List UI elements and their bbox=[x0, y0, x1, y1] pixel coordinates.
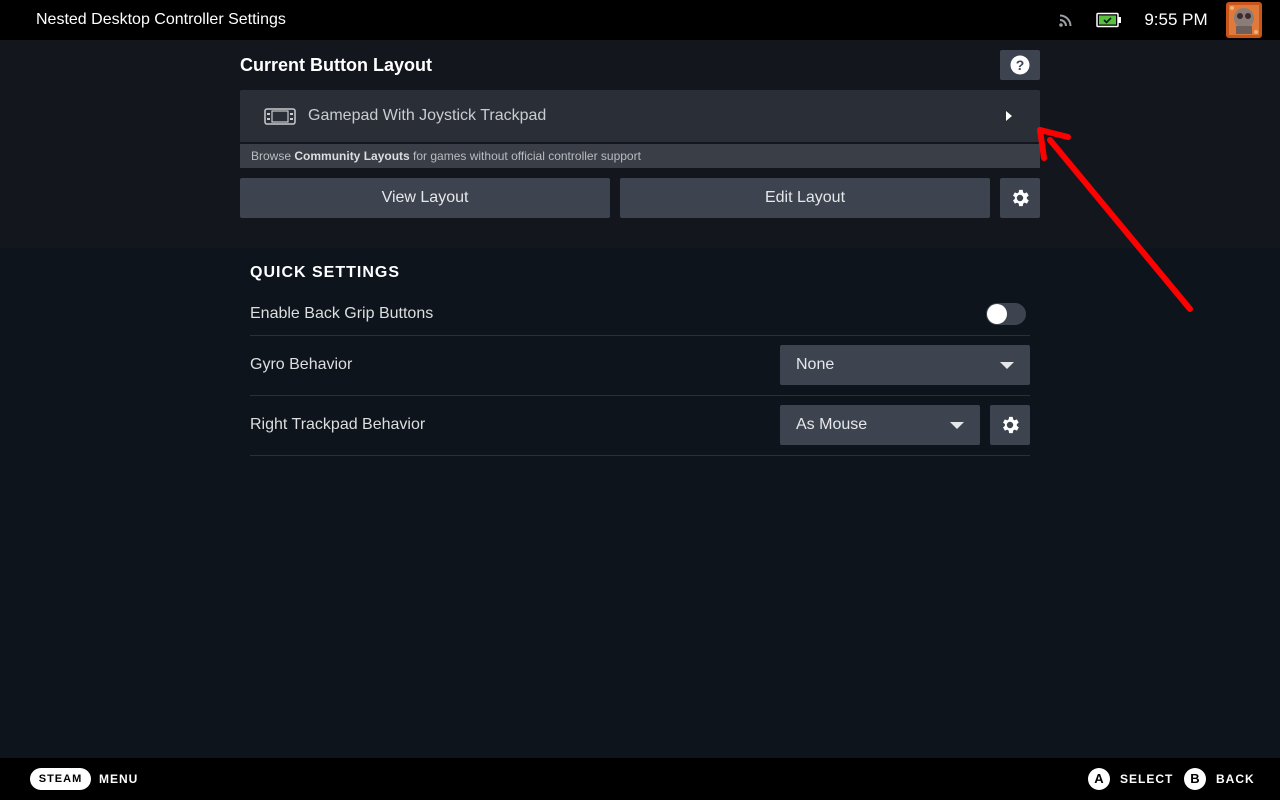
controller-icon bbox=[264, 108, 296, 125]
footer-bar: STEAM MENU A SELECT B BACK bbox=[0, 758, 1280, 800]
steam-button[interactable]: STEAM bbox=[30, 768, 91, 790]
menu-label: MENU bbox=[99, 772, 139, 786]
avatar[interactable] bbox=[1226, 2, 1262, 38]
right-trackpad-dropdown[interactable]: As Mouse bbox=[780, 405, 980, 445]
quick-settings-title: QUICK SETTINGS bbox=[250, 264, 401, 281]
trackpad-settings-button[interactable] bbox=[990, 405, 1030, 445]
clock: 9:55 PM bbox=[1144, 10, 1208, 29]
setting-row-gyro: Gyro Behavior None bbox=[250, 336, 1030, 396]
battery-icon bbox=[1096, 12, 1121, 28]
help-button[interactable]: ? bbox=[1000, 50, 1040, 80]
setting-label: Enable Back Grip Buttons bbox=[250, 305, 434, 322]
section-title: Current Button Layout bbox=[240, 55, 432, 75]
gear-icon bbox=[1013, 189, 1029, 207]
layout-settings-button[interactable] bbox=[1000, 178, 1040, 218]
back-grip-toggle[interactable] bbox=[986, 303, 1026, 325]
gyro-behavior-dropdown[interactable]: None bbox=[780, 345, 1030, 385]
browse-prefix: Browse bbox=[251, 149, 295, 163]
community-layouts-link[interactable]: Community Layouts bbox=[294, 149, 409, 163]
b-button-glyph[interactable]: B bbox=[1184, 768, 1206, 790]
top-bar: Nested Desktop Controller Settings 9:55 … bbox=[0, 0, 1280, 40]
chevron-down-icon bbox=[1000, 362, 1014, 369]
view-layout-button[interactable]: View Layout bbox=[240, 178, 610, 218]
dropdown-value: As Mouse bbox=[796, 416, 868, 433]
back-label: BACK bbox=[1216, 772, 1255, 786]
chevron-right-icon bbox=[1006, 111, 1012, 121]
edit-layout-button[interactable]: Edit Layout bbox=[620, 178, 990, 218]
setting-label: Gyro Behavior bbox=[250, 356, 353, 373]
question-icon: ? bbox=[1010, 55, 1030, 75]
dropdown-value: None bbox=[796, 356, 835, 373]
a-button-glyph[interactable]: A bbox=[1088, 768, 1110, 790]
browse-suffix: for games without official controller su… bbox=[409, 149, 641, 163]
window-title: Nested Desktop Controller Settings bbox=[36, 11, 286, 28]
chevron-down-icon bbox=[950, 422, 964, 429]
current-layout-label: Gamepad With Joystick Trackpad bbox=[308, 107, 547, 124]
current-layout-selector[interactable]: Gamepad With Joystick Trackpad bbox=[240, 90, 1040, 142]
gear-icon bbox=[1003, 416, 1019, 434]
select-label: SELECT bbox=[1120, 772, 1174, 786]
community-layouts-hint[interactable]: Browse Community Layouts for games witho… bbox=[240, 144, 1040, 168]
setting-label: Right Trackpad Behavior bbox=[250, 416, 426, 433]
rss-icon bbox=[1059, 14, 1072, 27]
setting-row-right-trackpad: Right Trackpad Behavior As Mouse bbox=[250, 396, 1030, 456]
toggle-knob bbox=[987, 304, 1007, 324]
setting-row-back-grip: Enable Back Grip Buttons bbox=[250, 294, 1030, 336]
svg-text:?: ? bbox=[1016, 57, 1025, 73]
